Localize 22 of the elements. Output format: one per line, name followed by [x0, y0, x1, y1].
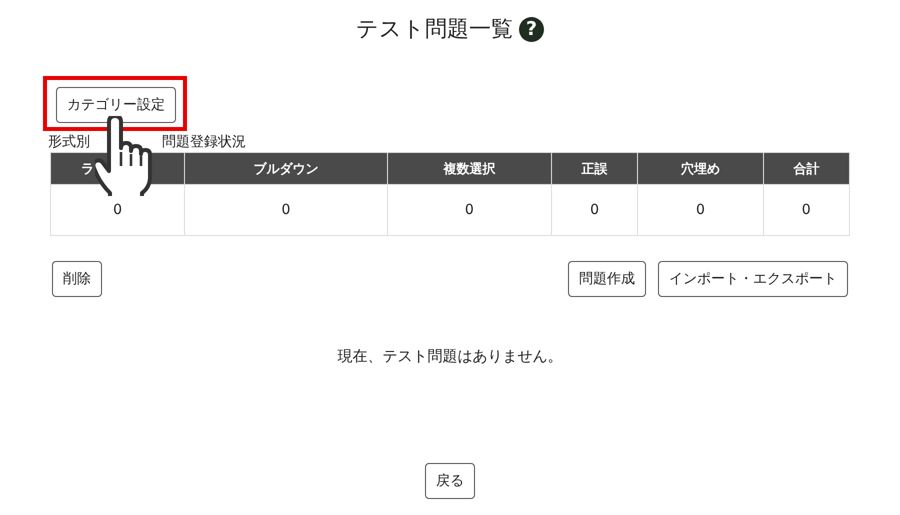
back-button[interactable]: 戻る	[425, 463, 475, 499]
action-button[interactable]: 問題作成	[568, 261, 646, 297]
help-icon[interactable]: ?	[519, 16, 544, 42]
empty-message: 現在、テスト問題はありません。	[336, 347, 564, 366]
table-cell: 0	[50, 184, 185, 236]
caption-text: 形式別	[48, 133, 90, 152]
page-title: テスト問題一覧	[356, 16, 513, 44]
column-header: 合計	[763, 152, 850, 184]
table-cell: 0	[551, 184, 638, 236]
category-settings-button[interactable]: カテゴリー設定	[56, 87, 176, 123]
table-cell: 0	[763, 184, 850, 236]
column-header: 穴埋め	[638, 152, 763, 184]
column-header: 複数選択	[387, 152, 552, 184]
column-header: 正誤	[551, 152, 638, 184]
delete-button[interactable]: 削除	[52, 261, 102, 297]
caption-text: 問題登録状況	[162, 133, 246, 152]
action-button[interactable]: インポート・エクスポート	[658, 261, 848, 297]
hand-cursor-icon	[95, 116, 153, 196]
table-cell: 0	[638, 184, 763, 236]
column-header: ブルダウン	[184, 152, 388, 184]
table-cell: 0	[387, 184, 552, 236]
table-cell: 0	[184, 184, 388, 236]
